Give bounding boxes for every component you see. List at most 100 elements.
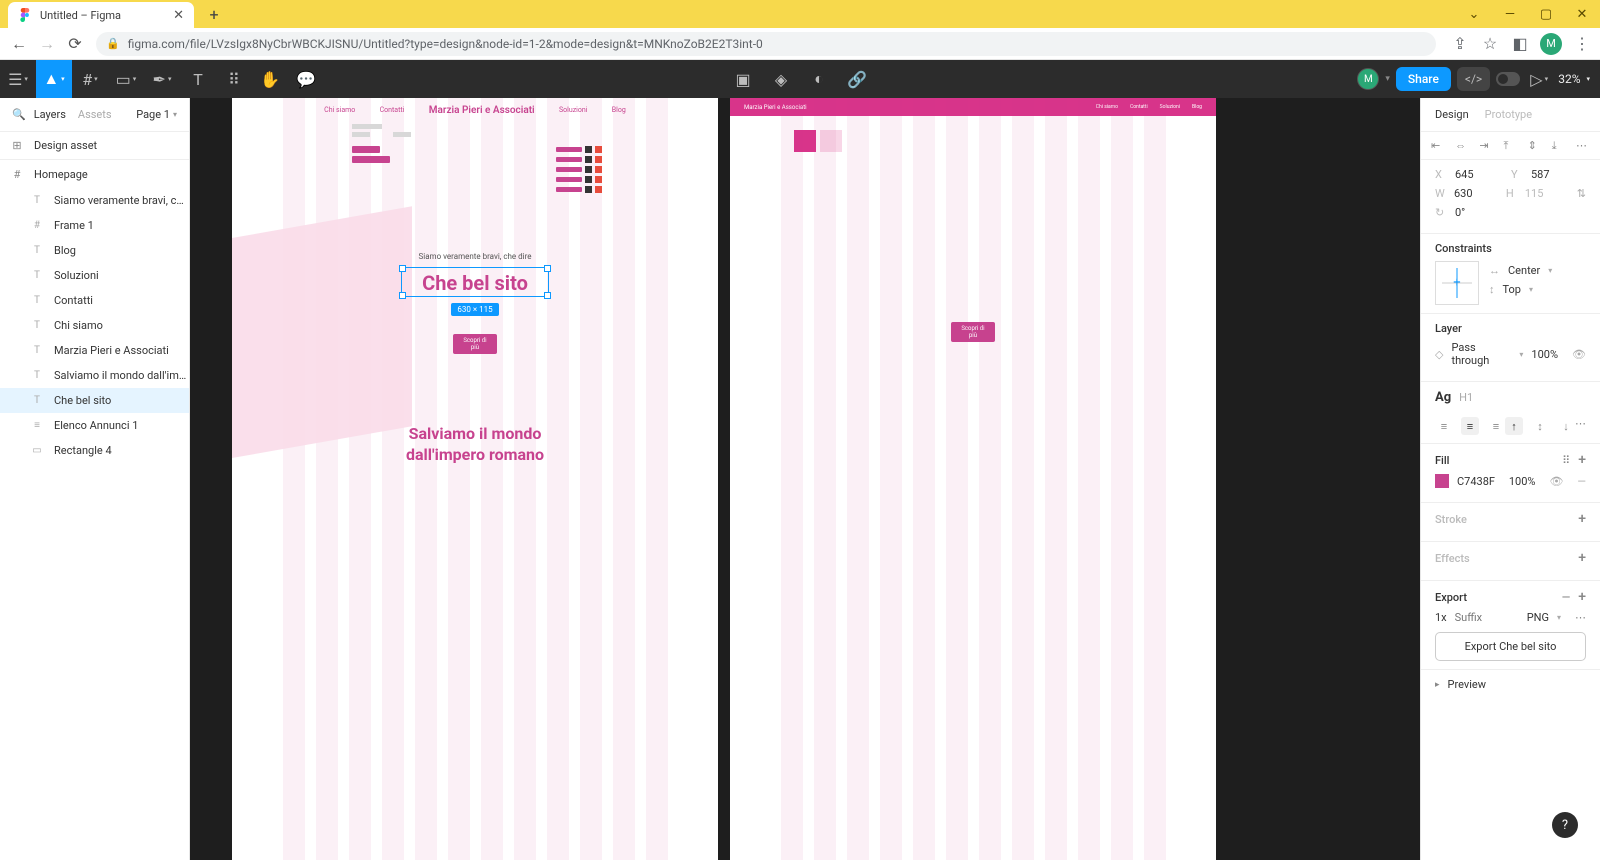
constraints-widget[interactable]: + — [1435, 261, 1479, 305]
layer-opacity[interactable]: 100% — [1531, 348, 1558, 361]
blend-mode[interactable]: Pass through — [1451, 341, 1511, 367]
forward-button[interactable]: → — [36, 33, 58, 55]
export-suffix-input[interactable] — [1455, 611, 1495, 624]
add-export-icon[interactable]: + — [1578, 589, 1586, 605]
sidepanel-icon[interactable]: ◧ — [1510, 34, 1530, 54]
browser-tab[interactable]: Untitled – Figma ✕ — [8, 2, 194, 28]
share-page-icon[interactable]: ⇪ — [1450, 34, 1470, 54]
close-tab-icon[interactable]: ✕ — [173, 8, 184, 23]
pen-tool[interactable]: ✒▾ — [144, 60, 180, 98]
h-constraint[interactable]: Center — [1508, 264, 1540, 277]
move-tool[interactable]: ▲▾ — [36, 60, 72, 98]
help-button[interactable]: ? — [1552, 812, 1578, 838]
constrain-proportions-icon[interactable]: ⇅ — [1577, 187, 1586, 200]
text-valign-top-icon[interactable]: ↑ — [1505, 417, 1523, 435]
fill-swatch[interactable] — [1435, 474, 1449, 488]
present-button[interactable]: ▷▾ — [1526, 60, 1552, 98]
shape-tool[interactable]: ▭▾ — [108, 60, 144, 98]
chevron-down-icon[interactable]: ⌄ — [1456, 0, 1492, 28]
text-align-right-icon[interactable]: ≡ — [1487, 417, 1505, 435]
layer-item[interactable]: ▭Rectangle 4 — [0, 438, 189, 463]
variant-icon[interactable]: ◈ — [763, 60, 799, 98]
layer-item[interactable]: TSoluzioni — [0, 263, 189, 288]
fill-hex[interactable]: C7438F — [1457, 475, 1495, 488]
text-tool[interactable]: T — [180, 60, 216, 98]
main-menu-icon[interactable]: ☰▾ — [0, 60, 36, 98]
close-window-icon[interactable]: ✕ — [1564, 0, 1600, 28]
layer-item[interactable]: TSiamo veramente bravi, che di... — [0, 188, 189, 213]
align-left-icon[interactable]: ⇤ — [1431, 139, 1445, 153]
maximize-icon[interactable]: ▢ — [1528, 0, 1564, 28]
zoom-level[interactable]: 32%▾ — [1558, 72, 1590, 86]
profile-avatar[interactable]: M — [1540, 33, 1562, 55]
remove-fill-icon[interactable]: — — [1577, 475, 1586, 488]
add-effect-icon[interactable]: + — [1578, 550, 1586, 566]
text-align-center-icon[interactable]: ≡ — [1461, 417, 1479, 435]
component-icon[interactable]: ▣ — [725, 60, 761, 98]
collaborator-avatar[interactable]: M — [1357, 68, 1379, 90]
h-field[interactable]: 115 — [1525, 187, 1569, 200]
url-field[interactable]: 🔒 figma.com/file/LVzsIgx8NyCbrWBCKJISNU/… — [96, 32, 1436, 56]
canvas[interactable]: Chi siamo Contatti Marzia Pieri e Associ… — [190, 98, 1420, 860]
comment-tool[interactable]: 💬 — [288, 60, 324, 98]
minimize-icon[interactable]: — — [1492, 0, 1528, 28]
layer-item[interactable]: #Frame 1 — [0, 213, 189, 238]
search-icon[interactable]: 🔍 — [12, 108, 26, 121]
y-field[interactable]: 587 — [1531, 168, 1579, 181]
layer-item[interactable]: TMarzia Pieri e Associati — [0, 338, 189, 363]
share-button[interactable]: Share — [1396, 67, 1451, 91]
text-valign-mid-icon[interactable]: ↕ — [1531, 417, 1549, 435]
selected-text-node[interactable]: Che bel sito — [402, 268, 548, 298]
avatar-caret-icon[interactable]: ▾ — [1385, 74, 1390, 84]
export-button[interactable]: Export Che bel sito — [1435, 632, 1586, 661]
align-right-icon[interactable]: ⇥ — [1479, 139, 1493, 153]
bookmark-star-icon[interactable]: ☆ — [1480, 34, 1500, 54]
back-button[interactable]: ← — [8, 33, 30, 55]
layer-item[interactable]: TSalviamo il mondo dall'impero... — [0, 363, 189, 388]
reload-button[interactable]: ⟳ — [64, 33, 86, 55]
export-scale[interactable]: 1x — [1435, 611, 1447, 624]
preview-section[interactable]: ▸Preview — [1421, 670, 1600, 705]
text-style[interactable]: H1 — [1459, 391, 1473, 404]
link-icon[interactable]: 🔗 — [839, 60, 875, 98]
export-format[interactable]: PNG — [1527, 611, 1549, 624]
layer-item[interactable]: TBlog — [0, 238, 189, 263]
canvas-frame-homepage[interactable]: Chi siamo Contatti Marzia Pieri e Associ… — [232, 98, 718, 860]
export-more-icon[interactable]: ⋯ — [1575, 611, 1586, 624]
add-stroke-icon[interactable]: + — [1578, 511, 1586, 527]
eye-icon[interactable]: 👁 — [1572, 348, 1586, 361]
align-top-icon[interactable]: ⤒ — [1503, 139, 1517, 153]
resources-tool[interactable]: ⠿ — [216, 60, 252, 98]
canvas-frame-design-asset[interactable]: Marzia Pieri e Associati Chi siamo Conta… — [730, 98, 1216, 860]
toggle-switch[interactable] — [1496, 72, 1520, 86]
layer-item[interactable]: ≡Elenco Annunci 1 — [0, 413, 189, 438]
frame-tool[interactable]: #▾ — [72, 60, 108, 98]
selection-box[interactable]: Che bel sito — [401, 267, 549, 297]
page-selector[interactable]: Page 1▾ — [136, 108, 177, 121]
text-more-icon[interactable]: ⋯ — [1575, 417, 1586, 430]
w-field[interactable]: 630 — [1454, 187, 1498, 200]
new-tab-button[interactable]: + — [202, 2, 226, 26]
align-bottom-icon[interactable]: ⤓ — [1552, 139, 1566, 153]
v-constraint[interactable]: Top — [1503, 283, 1521, 296]
text-align-left-icon[interactable]: ≡ — [1435, 417, 1453, 435]
rotation-field[interactable]: 0° — [1455, 206, 1503, 219]
eye-icon[interactable]: 👁 — [1549, 475, 1563, 488]
styles-icon[interactable]: ⠿ — [1562, 454, 1570, 467]
more-align-icon[interactable]: ⋯ — [1576, 139, 1590, 153]
layer-item[interactable]: TChe bel sito — [0, 388, 189, 413]
x-field[interactable]: 645 — [1455, 168, 1503, 181]
mask-icon[interactable]: ◐ — [801, 60, 837, 98]
fill-opacity[interactable]: 100% — [1509, 475, 1536, 488]
layer-item[interactable]: TContatti — [0, 288, 189, 313]
add-fill-icon[interactable]: + — [1578, 452, 1586, 468]
assets-tab[interactable]: Assets — [78, 108, 112, 121]
dev-mode-toggle[interactable]: </> — [1457, 67, 1490, 91]
text-valign-bot-icon[interactable]: ↓ — [1557, 417, 1575, 435]
homepage-frame-row[interactable]: # Homepage — [0, 160, 189, 188]
design-tab[interactable]: Design — [1435, 108, 1469, 121]
hand-tool[interactable]: ✋ — [252, 60, 288, 98]
align-vcenter-icon[interactable]: ⇕ — [1528, 139, 1542, 153]
layers-tab[interactable]: Layers — [34, 108, 66, 121]
prototype-tab[interactable]: Prototype — [1485, 108, 1532, 121]
